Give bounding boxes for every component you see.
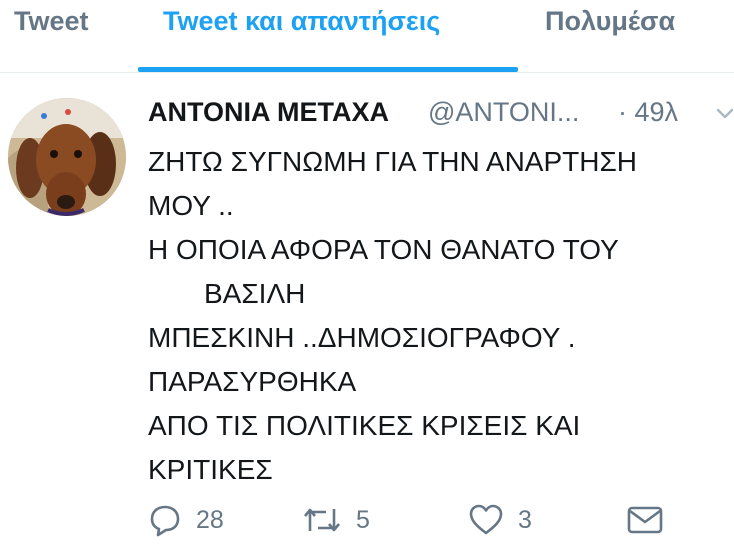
chevron-down-icon[interactable]	[716, 105, 734, 123]
envelope-icon	[627, 506, 663, 534]
avatar[interactable]	[8, 98, 126, 216]
tweet-line: ΚΡΙΤΙΚΕΣ	[148, 454, 273, 485]
dog-avatar-icon	[8, 98, 126, 216]
user-handle[interactable]: @ANTONI...	[428, 97, 579, 128]
tab-media[interactable]: Πολυμέσα	[545, 6, 675, 37]
retweet-button[interactable]: 5	[302, 500, 370, 540]
tweet-time[interactable]: · 49λ	[618, 97, 678, 128]
profile-tabs: Tweet Tweet και απαντήσεις Πολυμέσα	[0, 0, 734, 73]
retweet-icon	[304, 508, 340, 532]
tweet-header: ANTONIA METAXA @ANTONI... · 49λ	[148, 97, 734, 133]
retweet-count: 5	[356, 505, 370, 534]
heart-icon	[469, 504, 503, 535]
active-tab-indicator	[138, 67, 518, 72]
tweet-line: ΜΠΕΣΚΙΝΗ ..ΔΗΜΟΣΙΟΓΡΑΦΟΥ .	[148, 322, 576, 353]
direct-message-button[interactable]	[626, 500, 664, 540]
tweet-line: ΑΠΟ ΤΙΣ ΠΟΛΙΤΙΚΕΣ ΚΡΙΣΕΙΣ ΚΑΙ	[148, 410, 581, 441]
tweet-line: ΜΟΥ ..	[148, 190, 234, 221]
tweet-line: ΖΗΤΩ ΣΥΓΝΩΜΗ ΓΙΑ ΤΗΝ ΑΝΑΡΤΗΣΗ	[148, 146, 638, 177]
tab-tweets-and-replies[interactable]: Tweet και απαντήσεις	[163, 6, 440, 37]
tab-tweets[interactable]: Tweet	[14, 6, 89, 37]
tweet-line: Η ΟΠΟΙΑ ΑΦΟΡΑ ΤΟΝ ΘΑΝΑΤΟ ΤΟΥ	[148, 234, 619, 265]
tweet-line: ΒΑΣΙΛΗ	[204, 278, 306, 309]
reply-button[interactable]: 28	[148, 500, 224, 540]
tweet-actions: 28 5 3	[148, 500, 728, 540]
reply-count: 28	[196, 505, 224, 534]
tweet-text: ΖΗΤΩ ΣΥΓΝΩΜΗ ΓΙΑ ΤΗΝ ΑΝΑΡΤΗΣΗ ΜΟΥ .. Η Ο…	[148, 140, 728, 492]
reply-icon	[150, 505, 180, 537]
like-count: 3	[518, 505, 532, 534]
like-button[interactable]: 3	[468, 500, 532, 540]
display-name[interactable]: ANTONIA METAXA	[148, 97, 389, 128]
tweet-line: ΠΑΡΑΣΥΡΘΗΚΑ	[148, 366, 357, 397]
